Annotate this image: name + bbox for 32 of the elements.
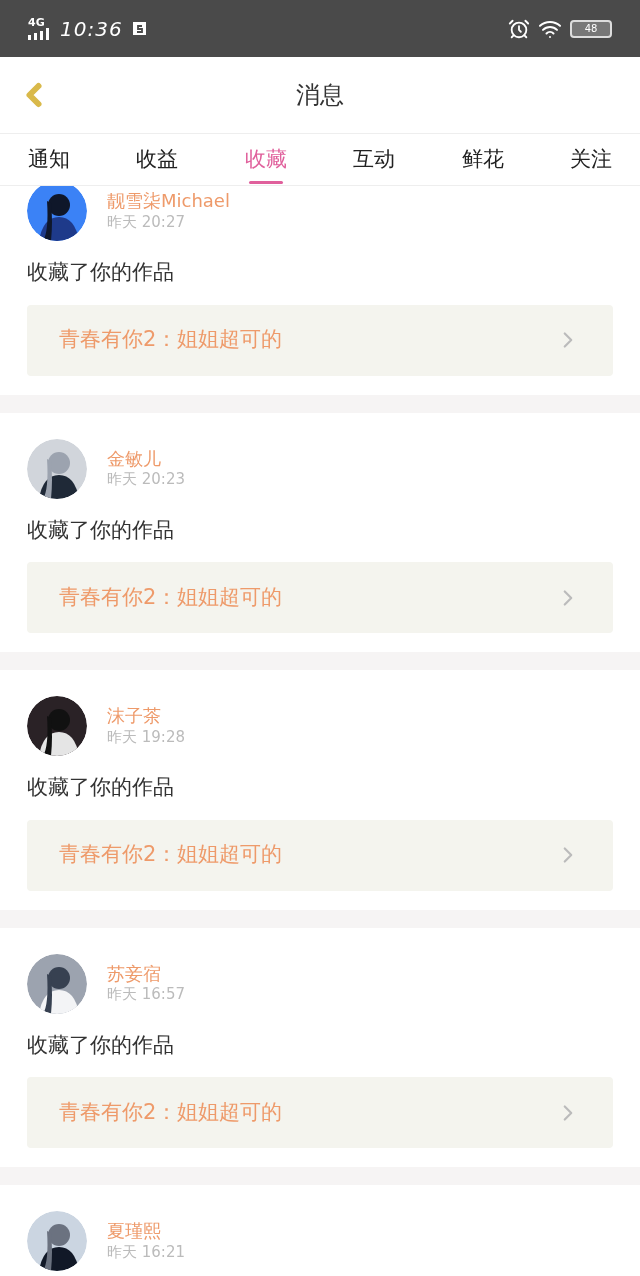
tab[interactable]: 关注	[561, 134, 620, 185]
message-text: 收藏了你的作品	[27, 259, 175, 286]
message-text: 收藏了你的作品	[27, 774, 175, 801]
signal-icon	[28, 28, 52, 40]
network-label: 4G	[28, 17, 45, 28]
page-title: 消息	[296, 80, 344, 111]
message-time: 昨天 20:23	[107, 470, 185, 490]
user-name[interactable]: 靓雪柒Michael	[107, 190, 230, 213]
message-time: 昨天 16:57	[107, 985, 185, 1005]
user-name[interactable]: 沫子茶	[107, 705, 185, 728]
message-time: 昨天 19:28	[107, 727, 185, 747]
tab[interactable]: 互动	[345, 134, 404, 185]
clock-time: 10:36	[60, 15, 123, 43]
tab[interactable]: 收藏	[236, 134, 295, 185]
user-name[interactable]: 苏妾宿	[107, 962, 185, 986]
tab[interactable]: 鲜花	[453, 134, 512, 185]
work-link[interactable]: 青春有你2：姐姐超可的	[27, 1077, 613, 1148]
screenshot-icon	[130, 19, 149, 38]
work-link[interactable]: 青春有你2：姐姐超可的	[27, 819, 613, 891]
alarm-icon	[508, 17, 530, 40]
message-text: 收藏了你的作品	[27, 516, 175, 544]
tab[interactable]: 收益	[128, 134, 187, 185]
tab[interactable]: 通知	[20, 134, 78, 185]
user-name[interactable]: 金敏儿	[107, 447, 185, 471]
work-link[interactable]: 青春有你2：姐姐超可的	[27, 304, 613, 376]
battery-level: 48	[584, 23, 598, 34]
message-text: 收藏了你的作品	[27, 1031, 175, 1059]
message-time: 昨天 20:27	[107, 212, 186, 232]
work-link[interactable]: 青春有你2：姐姐超可的	[27, 562, 613, 633]
message-time: 昨天 16:21	[107, 1242, 185, 1262]
tab-indicator	[248, 181, 283, 184]
user-name[interactable]: 夏瑾熙	[107, 1220, 185, 1243]
